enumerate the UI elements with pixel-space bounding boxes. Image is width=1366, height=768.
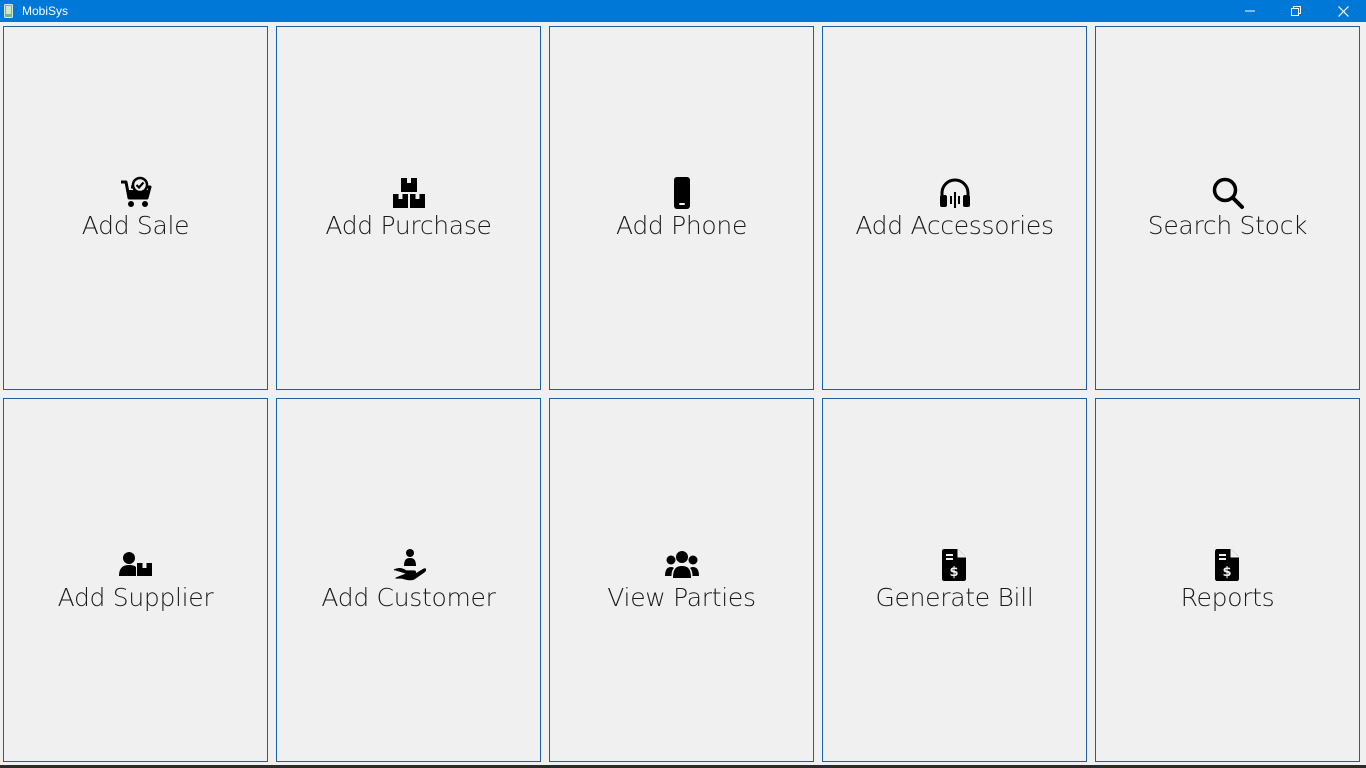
add-sale-tile[interactable]: Add Sale	[3, 26, 268, 390]
add-supplier-tile[interactable]: Add Supplier	[3, 398, 268, 762]
tile-label: Search Stock	[1147, 211, 1308, 240]
minimize-icon	[1245, 10, 1255, 12]
users-group-icon	[664, 551, 699, 578]
boxes-icon	[392, 178, 425, 208]
close-button[interactable]	[1320, 0, 1366, 22]
tile-label: Reports	[1180, 583, 1275, 612]
tile-label: Add Supplier	[57, 583, 214, 612]
restore-icon	[1291, 6, 1301, 16]
tile-label: Generate Bill	[875, 583, 1034, 612]
add-phone-tile[interactable]: Add Phone	[549, 26, 814, 390]
app-icon	[4, 4, 13, 18]
dashboard-grid: Add Sale Add Purchase Add Phone Add Acce…	[0, 22, 1366, 768]
user-box-icon	[118, 552, 152, 576]
hand-holding-user-icon	[393, 549, 426, 581]
mobile-phone-icon	[673, 177, 690, 209]
svg-text:$: $	[1222, 565, 1231, 580]
tile-label: Add Customer	[321, 583, 496, 612]
window-title: MobiSys	[22, 4, 69, 18]
search-icon	[1212, 177, 1244, 209]
tile-label: Add Purchase	[325, 211, 492, 240]
add-accessories-tile[interactable]: Add Accessories	[822, 26, 1087, 390]
restore-button[interactable]	[1273, 0, 1319, 22]
minimize-button[interactable]	[1227, 0, 1273, 22]
svg-text:$: $	[949, 565, 958, 580]
invoice-dollar-icon: $	[1214, 549, 1239, 581]
add-purchase-tile[interactable]: Add Purchase	[276, 26, 541, 390]
app-window: MobiSys Add Sale Add Purchase Add Phone …	[0, 0, 1366, 768]
generate-bill-tile[interactable]: $ Generate Bill	[822, 398, 1087, 762]
search-stock-tile[interactable]: Search Stock	[1095, 26, 1360, 390]
add-customer-tile[interactable]: Add Customer	[276, 398, 541, 762]
reports-tile[interactable]: $ Reports	[1095, 398, 1360, 762]
tile-label: View Parties	[607, 583, 756, 612]
close-icon	[1337, 5, 1349, 17]
tile-label: Add Sale	[81, 211, 190, 240]
title-bar[interactable]: MobiSys	[0, 0, 1366, 22]
invoice-dollar-icon: $	[941, 549, 966, 581]
headphones-icon	[939, 178, 970, 208]
view-parties-tile[interactable]: View Parties	[549, 398, 814, 762]
tile-label: Add Phone	[615, 211, 748, 240]
cart-check-icon	[120, 176, 151, 207]
tile-label: Add Accessories	[855, 211, 1054, 240]
